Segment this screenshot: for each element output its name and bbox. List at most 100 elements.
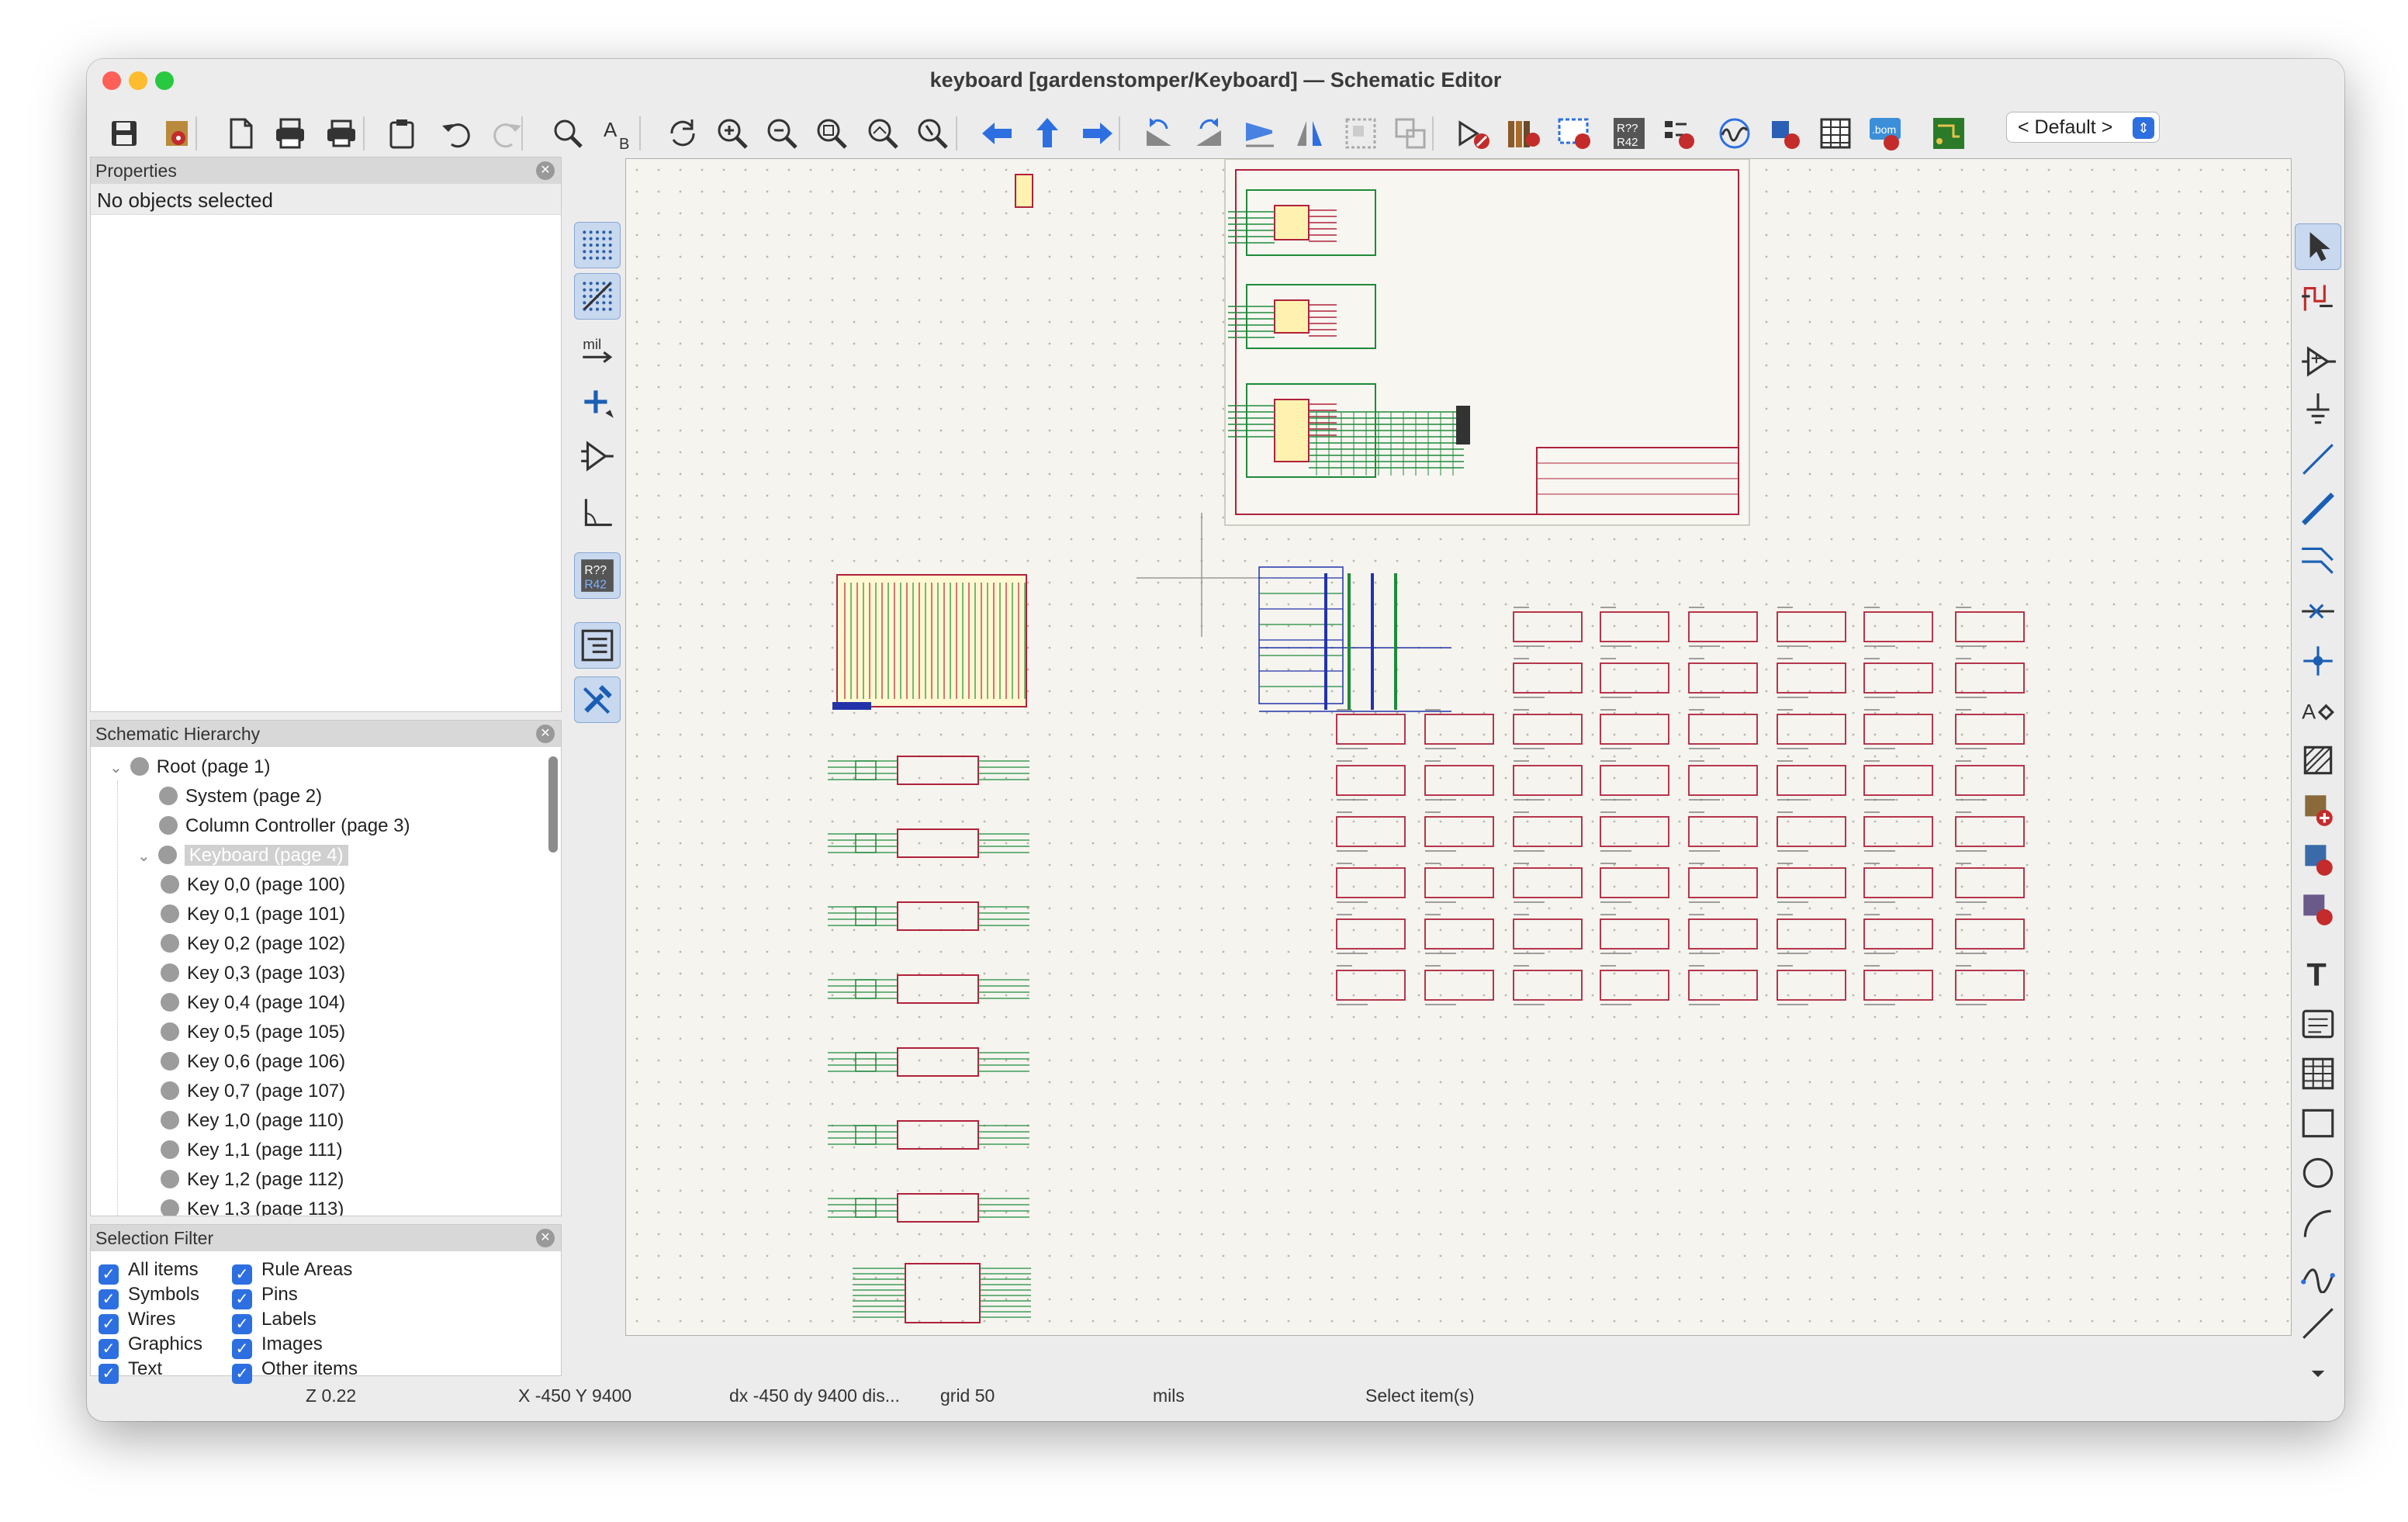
- no-connect-button[interactable]: [2295, 588, 2341, 635]
- hierarchy-item[interactable]: Key 0,7 (page 107): [161, 1081, 345, 1102]
- hierarchy-item[interactable]: Key 0,4 (page 104): [161, 992, 345, 1014]
- add-sheet-pin-button[interactable]: [2295, 886, 2341, 932]
- symbol-fields-table-icon[interactable]: [1553, 112, 1597, 155]
- hierarchy-item[interactable]: Column Controller (page 3): [137, 815, 410, 837]
- annotate-refs-button[interactable]: R?? R42: [574, 552, 621, 599]
- add-bezier-button[interactable]: [2295, 1250, 2341, 1297]
- filter-checkbox[interactable]: ✓ Graphics: [99, 1333, 202, 1359]
- zoom-out-icon[interactable]: [760, 112, 804, 155]
- add-symbol-button[interactable]: [2295, 338, 2341, 385]
- select-button[interactable]: [2295, 223, 2341, 270]
- units-mil-button[interactable]: mil: [574, 327, 621, 374]
- add-rectangle-button[interactable]: [2295, 1100, 2341, 1147]
- erc-icon[interactable]: [1657, 112, 1700, 155]
- hierarchy-panel-button[interactable]: [574, 622, 621, 669]
- mirror-vertical-icon[interactable]: [1238, 112, 1282, 155]
- schematic-canvas[interactable]: [625, 158, 2292, 1336]
- plot-icon[interactable]: [320, 112, 363, 155]
- grid-overrides-button[interactable]: [574, 273, 621, 320]
- simulator-icon[interactable]: [1713, 112, 1756, 155]
- add-table-button[interactable]: [2295, 1050, 2341, 1097]
- hierarchy-item[interactable]: Key 0,5 (page 105): [161, 1022, 345, 1043]
- footprint-assign-icon[interactable]: [1763, 112, 1806, 155]
- navigate-up-icon[interactable]: [1026, 112, 1069, 155]
- chevron-down-icon[interactable]: ⌄: [137, 848, 150, 865]
- save-icon[interactable]: [102, 112, 146, 155]
- hierarchy-item-label: Keyboard (page 4): [184, 845, 348, 866]
- filter-checkbox[interactable]: ✓ Images: [232, 1333, 323, 1359]
- schematic-setup-icon[interactable]: [155, 112, 199, 155]
- grid-dots-button[interactable]: [574, 222, 621, 268]
- ungroup-icon[interactable]: [1389, 112, 1432, 155]
- highlight-net-button[interactable]: [2295, 275, 2341, 321]
- cursor-crosshair-button[interactable]: [574, 380, 621, 427]
- filter-checkbox[interactable]: ✓ Pins: [232, 1284, 298, 1309]
- properties-panel-button[interactable]: [574, 676, 621, 723]
- symbol-browser-icon[interactable]: [1502, 112, 1545, 155]
- zoom-objects-icon[interactable]: [861, 112, 905, 155]
- annotate-icon[interactable]: R?? R42: [1607, 112, 1651, 155]
- add-global-label-button[interactable]: [2295, 787, 2341, 833]
- filter-checkbox[interactable]: ✓ Wires: [99, 1309, 175, 1334]
- find-replace-icon[interactable]: AB: [597, 112, 641, 155]
- add-bus-button[interactable]: [2295, 486, 2341, 532]
- group-icon[interactable]: [1339, 112, 1382, 155]
- bom-table-icon[interactable]: [1814, 112, 1857, 155]
- close-properties-icon[interactable]: ✕: [536, 161, 555, 180]
- add-wire-button[interactable]: [2295, 436, 2341, 483]
- hierarchy-item[interactable]: System (page 2): [137, 786, 322, 808]
- hierarchy-item[interactable]: Key 0,3 (page 103): [161, 963, 345, 984]
- pcb-editor-icon[interactable]: [1927, 112, 1970, 155]
- add-arc-button[interactable]: [2295, 1201, 2341, 1247]
- hierarchy-item[interactable]: Key 1,1 (page 111): [161, 1140, 343, 1161]
- rotate-ccw-icon[interactable]: [1137, 112, 1181, 155]
- filter-checkbox[interactable]: ✓ All items: [99, 1259, 199, 1285]
- add-line-button[interactable]: [2295, 1300, 2341, 1347]
- add-text-button[interactable]: T: [2295, 950, 2341, 996]
- rotate-cw-icon[interactable]: [1187, 112, 1230, 155]
- add-circle-button[interactable]: [2295, 1150, 2341, 1196]
- hidden-pins-button[interactable]: [574, 433, 621, 479]
- hierarchy-item[interactable]: ⌄ Keyboard (page 4): [137, 845, 348, 867]
- chevron-down-icon[interactable]: ⌄: [109, 759, 123, 777]
- add-hier-label-button[interactable]: [2295, 836, 2341, 883]
- filter-checkbox[interactable]: ✓ Labels: [232, 1309, 317, 1334]
- add-power-button[interactable]: [2295, 386, 2341, 433]
- symbol-editor-icon[interactable]: [1452, 112, 1496, 155]
- paste-icon[interactable]: [380, 112, 424, 155]
- add-textbox-button[interactable]: [2295, 1001, 2341, 1047]
- hierarchy-item[interactable]: ⌄ Root (page 1): [109, 756, 271, 778]
- variant-select[interactable]: < Default > ⇕: [2006, 112, 2160, 143]
- selection-filter-header: Selection Filter ✕: [91, 1225, 561, 1251]
- close-hierarchy-icon[interactable]: ✕: [536, 725, 555, 743]
- navigate-back-icon[interactable]: [976, 112, 1019, 155]
- filter-checkbox[interactable]: ✓ Symbols: [99, 1284, 199, 1309]
- hierarchy-item[interactable]: Key 1,2 (page 112): [161, 1169, 344, 1191]
- navigate-forward-icon[interactable]: [1075, 112, 1119, 155]
- mirror-horizontal-icon[interactable]: [1288, 112, 1331, 155]
- hierarchy-item[interactable]: Key 1,3 (page 113): [161, 1199, 344, 1216]
- zoom-fit-icon[interactable]: [810, 112, 853, 155]
- print-icon[interactable]: [268, 112, 312, 155]
- hierarchy-item[interactable]: Key 0,0 (page 100): [161, 874, 345, 896]
- filter-checkbox[interactable]: ✓ Rule Areas: [232, 1259, 352, 1285]
- undo-icon[interactable]: [434, 112, 478, 155]
- find-icon[interactable]: [546, 112, 590, 155]
- add-bus-entry-button[interactable]: [2295, 537, 2341, 583]
- add-junction-button[interactable]: [2295, 638, 2341, 684]
- hierarchy-item[interactable]: Key 1,0 (page 110): [161, 1110, 344, 1132]
- hierarchy-item[interactable]: Key 0,1 (page 101): [161, 904, 345, 925]
- zoom-in-icon[interactable]: [711, 112, 754, 155]
- close-selection-filter-icon[interactable]: ✕: [536, 1229, 555, 1247]
- wire-angle-button[interactable]: [574, 490, 621, 537]
- bom-export-icon[interactable]: .bom: [1863, 112, 1907, 155]
- zoom-selection-icon[interactable]: [911, 112, 954, 155]
- hierarchy-scrollbar[interactable]: [548, 756, 558, 853]
- add-label-button[interactable]: A: [2295, 687, 2341, 734]
- add-rule-area-button[interactable]: [2295, 737, 2341, 783]
- no-connect-icon: [2299, 592, 2337, 631]
- hierarchy-item[interactable]: Key 0,2 (page 102): [161, 933, 345, 955]
- refresh-icon[interactable]: [661, 112, 704, 155]
- page-settings-icon[interactable]: [219, 112, 262, 155]
- hierarchy-item[interactable]: Key 0,6 (page 106): [161, 1051, 345, 1073]
